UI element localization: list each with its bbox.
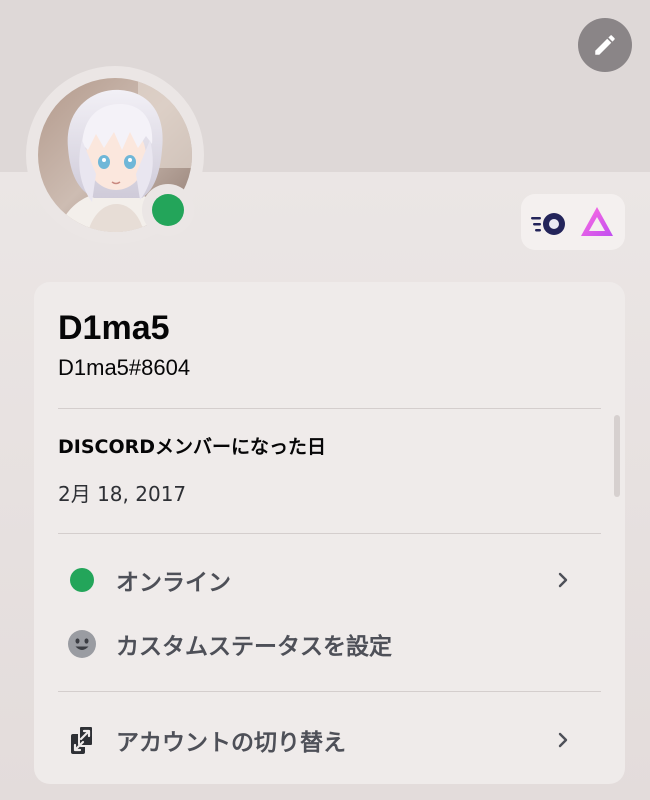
member-since-date: 2月 18, 2017 — [58, 482, 187, 506]
custom-status-menu-item[interactable]: カスタムステータスを設定 — [58, 620, 601, 668]
divider — [58, 408, 601, 409]
user-tag: D1ma5#8604 — [58, 355, 191, 380]
status-indicator — [142, 184, 194, 236]
edit-profile-button[interactable] — [578, 18, 632, 72]
switch-accounts-icon — [58, 716, 106, 764]
status-menu-item[interactable]: オンライン — [58, 556, 601, 604]
pencil-icon — [595, 35, 615, 55]
user-profile-popout: D1ma5 D1ma5#8604 DISCORDメンバーになった日 2月 18,… — [0, 0, 650, 800]
chevron-right-icon — [558, 732, 568, 748]
status-label: オンライン — [116, 570, 231, 596]
chevron-right-icon — [558, 572, 568, 588]
profile-badges — [521, 194, 625, 250]
display-name: D1ma5 — [58, 309, 170, 347]
card-scrollbar[interactable] — [614, 415, 620, 497]
custom-status-label: カスタムステータスを設定 — [116, 634, 392, 660]
divider — [58, 533, 601, 534]
switch-account-menu-item[interactable]: アカウントの切り替え — [58, 716, 601, 764]
divider — [58, 691, 601, 692]
online-status-icon — [58, 556, 106, 604]
nitro-triangle-icon[interactable] — [577, 202, 617, 242]
hypesquad-icon[interactable] — [529, 202, 569, 242]
switch-account-label: アカウントの切り替え — [116, 730, 346, 756]
member-since-heading: DISCORDメンバーになった日 — [58, 436, 327, 458]
smiley-icon — [58, 620, 106, 668]
online-status-dot — [152, 194, 184, 226]
